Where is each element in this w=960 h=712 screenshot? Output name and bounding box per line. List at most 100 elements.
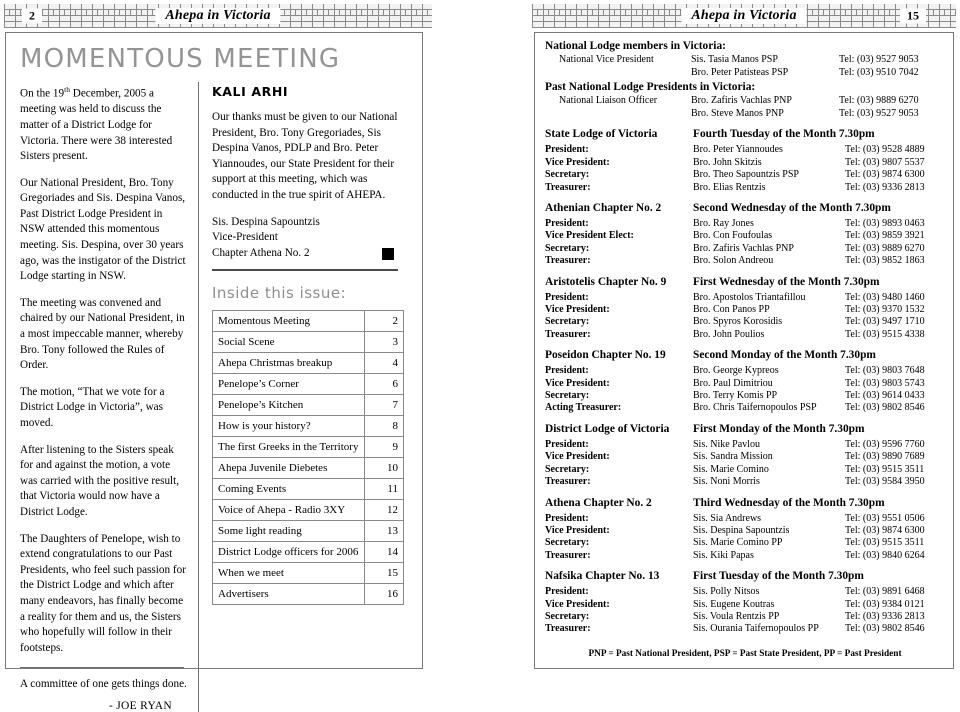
lodge-name: Aristotelis Chapter No. 9 (545, 275, 667, 288)
list-item: Secretary: Bro. Terry Komis PP Tel: (03) 9… (545, 390, 945, 402)
officer-role: Secretary: (545, 316, 590, 328)
officer-role: President: (545, 218, 589, 229)
lodge-group-header: Aristotelis Chapter No. 9 First Wednesda… (545, 275, 945, 289)
officer-name: Sis. Marie Comino PP (693, 537, 783, 549)
officer-role: President: (545, 512, 589, 524)
article-paragraph-4: The motion, “That we vote for a District… (20, 385, 165, 430)
toc-title: District Lodge officers for 2006 (212, 541, 365, 564)
table-row[interactable]: Coming Events 11 (212, 478, 404, 501)
lodge-name: District Lodge of Victoria (545, 422, 670, 435)
lodge-name: Nafsika Chapter No. 13 (545, 570, 660, 583)
officer-role: National Vice President (559, 54, 654, 65)
list-item: Treasurer: Sis. Kiki Papas Tel: (03) 9840 … (545, 550, 945, 562)
list-item: Secretary: Bro. Spyros Korosidis Tel: (03)… (545, 316, 945, 328)
lodge-name: Athenian Chapter No. 2 (545, 202, 662, 214)
list-item: President: Bro. Ray Jones Tel: (03) 9893 0… (545, 218, 945, 230)
table-row[interactable]: Ahepa Christmas breakup 4 (212, 352, 404, 375)
toc-body: Momentous Meeting 2 Social Scene 3 Ahepa C… (212, 310, 404, 606)
article-paragraph-1: On the 19th December, 2005 a meeting was… (20, 85, 173, 163)
article-paragraph-6: The Daughters of Penelope, wish to exten… (20, 532, 186, 654)
officer-name: Bro. Elias Rentzis (693, 181, 766, 193)
table-row[interactable]: Some light reading 13 (212, 520, 404, 543)
toc-title: Penelope’s Corner (212, 373, 365, 396)
lodge-meeting-time: First Tuesday of the Month 7.30pm (693, 570, 864, 583)
table-row[interactable]: District Lodge officers for 2006 14 (212, 541, 404, 564)
officer-role: Secretary: (545, 242, 590, 254)
officer-phone: Tel: (03) 9802 8546 (845, 402, 925, 414)
table-row[interactable]: Ahepa Juvenile Diebetes 10 (212, 457, 404, 480)
article-body: On the 19th December, 2005 a meeting was… (20, 82, 188, 656)
lodge-group-header: District Lodge of Victoria First Monday … (545, 422, 945, 436)
officer-phone: Tel: (03) 9874 6300 (845, 169, 925, 181)
officer-role: Secretary: (545, 610, 590, 622)
officer-phone: Tel: (03) 9859 3921 (845, 230, 925, 242)
officer-name: Bro. Chris Taifernopoulos PSP (693, 402, 817, 414)
officer-name: Bro. George Kypreos (693, 365, 779, 377)
kali-arhi-signature: Sis. Despina Sapountzis Vice-President C… (212, 215, 404, 262)
officer-name: Sis. Polly Nitsos (693, 586, 760, 598)
list-item: Treasurer: Bro. Elias Rentzis Tel: (03) 93… (545, 182, 945, 194)
officer-phone: Tel: (03) 9384 0121 (845, 598, 925, 610)
officer-name: Bro. Con Foufoulas (693, 230, 773, 242)
two-column-layout: On the 19th December, 2005 a meeting was… (6, 82, 422, 712)
officer-phone: Tel: (03) 9527 9053 (839, 54, 919, 65)
officer-role: President: (545, 438, 589, 450)
list-item: President: Bro. Apostolos Triantafillou Te… (545, 292, 945, 304)
table-row[interactable]: Voice of Ahepa - Radio 3XY 12 (212, 499, 404, 522)
officer-name: Sis. Ourania Taifernopoulos PP (693, 623, 819, 635)
officer-name: Sis. Noni Morris (693, 476, 760, 488)
table-row[interactable]: Social Scene 3 (212, 331, 404, 354)
table-row[interactable]: Penelope’s Kitchen 7 (212, 394, 404, 417)
publication-title-left: Ahepa in Victoria (155, 8, 281, 24)
officer-name: Sis. Sandra Mission (693, 451, 773, 463)
toc-page: 15 (364, 562, 404, 585)
officer-phone: Tel: (03) 9515 4338 (845, 328, 925, 340)
toc-title: Social Scene (212, 331, 365, 354)
officer-phone: Tel: (03) 9803 5743 (845, 377, 925, 389)
table-row[interactable]: The first Greeks in the Territory 9 (212, 436, 404, 459)
lodge-group: Aristotelis Chapter No. 9 First Wednesda… (545, 275, 945, 342)
list-item: National Vice President Sis. Tasia Manos… (559, 54, 945, 67)
table-row[interactable]: Momentous Meeting 2 (212, 310, 404, 333)
lodge-meeting-time: Fourth Tuesday of the Month 7.30pm (693, 128, 875, 141)
list-item: Secretary: Sis. Marie Comino PP Tel: (03) … (545, 537, 945, 549)
toc-page: 13 (364, 520, 404, 543)
lodge-group: Nafsika Chapter No. 13 First Tuesday of … (545, 569, 945, 636)
end-of-article-square-icon (382, 248, 394, 261)
officer-phone: Tel: (03) 9584 3950 (845, 476, 925, 488)
officer-phone: Tel: (03) 9596 7760 (845, 438, 925, 450)
list-item: Vice President: Bro. Con Panos PP Tel: (03… (545, 304, 945, 316)
officer-role (559, 67, 691, 80)
list-item: Acting Treasurer: Bro. Chris Taifernopoul… (545, 402, 945, 414)
officer-role: Vice President: (545, 451, 610, 463)
officer-phone: Tel: (03) 9551 0506 (845, 512, 925, 524)
table-row[interactable]: Advertisers 16 (212, 583, 404, 606)
officer-role: National Liaison Officer (559, 95, 658, 107)
lodge-meeting-time: Second Wednesday of the Month 7.30pm (693, 202, 891, 214)
table-of-contents: Momentous Meeting 2 Social Scene 3 Ahepa C… (212, 310, 404, 606)
officer-role: President: (545, 291, 589, 303)
toc-page: 9 (364, 436, 404, 459)
officer-phone: Tel: (03) 9891 6468 (845, 586, 925, 598)
officer-name: Sis. Voula Rentzis PP (693, 610, 780, 622)
officer-role: Treasurer: (545, 549, 591, 561)
right-page: Ahepa in Victoria 15 National Lodge memb… (528, 0, 960, 678)
officer-role: Secretary: (545, 390, 590, 402)
toc-title: Advertisers (212, 583, 365, 606)
list-item: Vice President Elect: Bro. Con Foufoulas T… (545, 230, 945, 242)
table-row[interactable]: How is your history? 8 (212, 415, 404, 438)
officer-name: Sis. Tasia Manos PSP (691, 54, 778, 65)
article-byline: - JOE RYAN (108, 699, 172, 712)
signature-role: Vice-President (212, 231, 278, 244)
lodge-group-header: Nafsika Chapter No. 13 First Tuesday of … (545, 569, 945, 583)
officer-phone: Tel: (03) 9803 7648 (845, 365, 925, 377)
lodge-group-header: Poseidon Chapter No. 19 Second Monday of… (545, 348, 945, 362)
lodge-meeting-time: First Wednesday of the Month 7.30pm (693, 275, 880, 288)
table-row[interactable]: Penelope’s Corner 6 (212, 373, 404, 396)
toc-page: 8 (364, 415, 404, 438)
left-page: 2 Ahepa in Victoria MOMENTOUS MEETING On… (0, 0, 436, 712)
officer-role: Vice President: (545, 524, 610, 536)
list-item: President: Bro. Peter Yiannoudes Tel: (03)… (545, 144, 945, 156)
table-row[interactable]: When we meet 15 (212, 562, 404, 585)
officer-name: Sis. Sia Andrews (693, 512, 762, 524)
